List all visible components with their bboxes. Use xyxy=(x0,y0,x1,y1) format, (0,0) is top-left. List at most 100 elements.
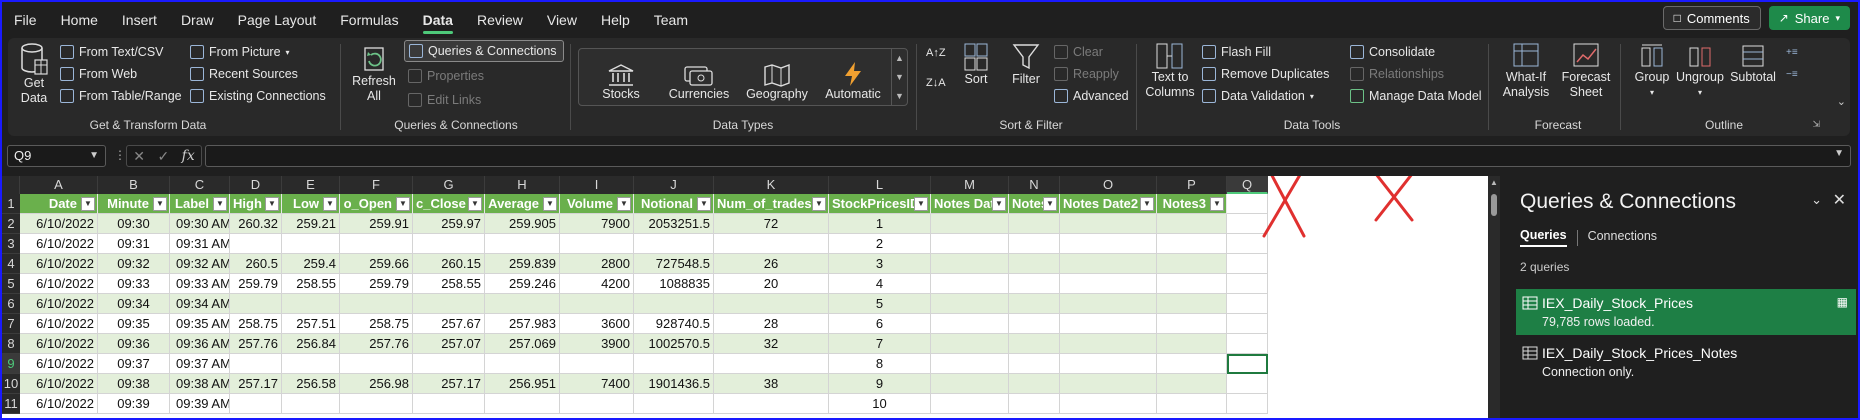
table-header-cell[interactable]: High ▼ xyxy=(230,194,282,214)
table-cell[interactable] xyxy=(1157,254,1227,274)
row-header[interactable]: 5 xyxy=(2,274,20,294)
tab-insert[interactable]: Insert xyxy=(110,2,169,38)
table-cell[interactable]: 7900 xyxy=(560,214,634,234)
relationships-button[interactable]: Relationships xyxy=(1350,63,1444,85)
table-header-cell[interactable]: Average ▼ xyxy=(485,194,560,214)
table-cell[interactable]: 259.97 xyxy=(413,214,485,234)
table-cell[interactable] xyxy=(931,374,1009,394)
group-button[interactable]: Group ▾ xyxy=(1630,42,1674,100)
show-detail-button[interactable]: +≡ xyxy=(1786,41,1798,63)
recent-sources-button[interactable]: Recent Sources xyxy=(190,63,298,85)
scroll-up-icon[interactable]: ▲ xyxy=(1490,178,1498,187)
sort-az-button[interactable]: A↑Z xyxy=(926,42,946,64)
table-cell[interactable]: 256.951 xyxy=(485,374,560,394)
table-header-cell[interactable]: c_Close ▼ xyxy=(413,194,485,214)
cell-q[interactable] xyxy=(1227,334,1268,354)
table-cell[interactable] xyxy=(282,294,340,314)
table-cell[interactable]: 259.905 xyxy=(485,214,560,234)
tab-home[interactable]: Home xyxy=(49,2,110,38)
table-cell[interactable] xyxy=(1060,234,1157,254)
select-all-corner[interactable] xyxy=(2,176,20,194)
table-cell[interactable]: 2800 xyxy=(560,254,634,274)
chevron-down-icon[interactable]: ▼ xyxy=(895,72,904,82)
table-cell[interactable] xyxy=(340,394,413,414)
tab-draw[interactable]: Draw xyxy=(169,2,226,38)
table-cell[interactable] xyxy=(1157,214,1227,234)
table-cell[interactable] xyxy=(1227,194,1268,214)
table-cell[interactable] xyxy=(282,234,340,254)
table-cell[interactable] xyxy=(1009,394,1060,414)
table-cell[interactable] xyxy=(1009,314,1060,334)
ungroup-button[interactable]: Ungroup ▾ xyxy=(1676,42,1724,100)
datatype-stocks[interactable]: Stocks xyxy=(583,51,659,105)
table-cell[interactable] xyxy=(714,354,829,374)
filter-dropdown-icon[interactable]: ▼ xyxy=(1043,197,1057,211)
table-cell[interactable] xyxy=(413,354,485,374)
table-cell[interactable] xyxy=(931,274,1009,294)
table-cell[interactable] xyxy=(1157,374,1227,394)
table-cell[interactable] xyxy=(1060,254,1157,274)
existing-connections-button[interactable]: Existing Connections xyxy=(190,85,326,107)
consolidate-button[interactable]: Consolidate xyxy=(1350,41,1435,63)
confirm-icon[interactable]: ✓ xyxy=(157,148,169,165)
advanced-filter-button[interactable]: Advanced xyxy=(1054,85,1129,107)
table-cell[interactable] xyxy=(413,294,485,314)
table-cell[interactable]: 6/10/2022 xyxy=(20,394,98,414)
table-cell[interactable]: 09:37 AM xyxy=(170,354,230,374)
table-cell[interactable] xyxy=(714,294,829,314)
table-cell[interactable] xyxy=(1157,274,1227,294)
table-cell[interactable]: 258.55 xyxy=(413,274,485,294)
column-header-l[interactable]: L xyxy=(829,176,931,194)
from-web-button[interactable]: From Web xyxy=(60,63,137,85)
cell-q[interactable] xyxy=(1227,234,1268,254)
filter-dropdown-icon[interactable]: ▼ xyxy=(213,197,227,211)
table-cell[interactable]: 257.17 xyxy=(413,374,485,394)
table-cell[interactable]: 258.55 xyxy=(282,274,340,294)
table-header-cell[interactable]: Date ▼ xyxy=(20,194,98,214)
table-cell[interactable]: 09:39 xyxy=(98,394,170,414)
table-cell[interactable] xyxy=(634,234,714,254)
table-cell[interactable]: 2 xyxy=(829,234,931,254)
table-cell[interactable] xyxy=(230,394,282,414)
table-cell[interactable] xyxy=(230,354,282,374)
column-header-a[interactable]: A xyxy=(20,176,98,194)
table-cell[interactable]: 259.79 xyxy=(230,274,282,294)
formula-input[interactable] xyxy=(205,145,1851,167)
column-header-q[interactable]: Q xyxy=(1227,176,1268,194)
table-cell[interactable]: 9 xyxy=(829,374,931,394)
table-cell[interactable] xyxy=(931,394,1009,414)
gallery-more-icon[interactable]: ▼ xyxy=(895,91,904,101)
subtotal-button[interactable]: Subtotal xyxy=(1728,42,1778,85)
table-cell[interactable]: 258.75 xyxy=(230,314,282,334)
datatype-geography[interactable]: Geography xyxy=(739,51,815,105)
table-cell[interactable]: 6/10/2022 xyxy=(20,274,98,294)
collapse-ribbon-icon[interactable]: ⌄ xyxy=(1837,95,1846,108)
tab-connections[interactable]: Connections xyxy=(1588,229,1658,246)
table-cell[interactable] xyxy=(485,234,560,254)
table-cell[interactable]: 09:37 xyxy=(98,354,170,374)
query-item[interactable]: IEX_Daily_Stock_Prices 79,785 rows loade… xyxy=(1516,289,1856,335)
table-cell[interactable]: 1 xyxy=(829,214,931,234)
table-cell[interactable] xyxy=(1060,274,1157,294)
table-cell[interactable] xyxy=(1157,334,1227,354)
table-cell[interactable]: 256.58 xyxy=(282,374,340,394)
table-cell[interactable] xyxy=(1060,314,1157,334)
table-cell[interactable]: 257.67 xyxy=(413,314,485,334)
table-cell[interactable]: 7 xyxy=(829,334,931,354)
filter-dropdown-icon[interactable]: ▼ xyxy=(1140,197,1154,211)
table-cell[interactable]: 256.84 xyxy=(282,334,340,354)
table-cell[interactable]: 259.4 xyxy=(282,254,340,274)
row-header[interactable]: 7 xyxy=(2,314,20,334)
column-header-n[interactable]: N xyxy=(1009,176,1060,194)
table-cell[interactable]: 10 xyxy=(829,394,931,414)
properties-button[interactable]: Properties xyxy=(408,65,484,87)
table-cell[interactable] xyxy=(1157,234,1227,254)
table-header-cell[interactable]: Volume ▼ xyxy=(560,194,634,214)
sort-za-button[interactable]: Z↓A xyxy=(926,72,946,94)
table-cell[interactable]: 259.79 xyxy=(340,274,413,294)
cell-q[interactable] xyxy=(1227,254,1268,274)
data-validation-button[interactable]: Data Validation ▾ xyxy=(1202,85,1314,107)
manage-data-model-button[interactable]: Manage Data Model xyxy=(1350,85,1482,107)
datatype-automatic[interactable]: Automatic xyxy=(815,51,891,105)
worksheet-grid[interactable]: A B C D E F G H I J K L M N O P Q 1 2 3 4 5 6 7 8 9 10 11 Date ▼ Minut… xyxy=(2,176,1488,418)
